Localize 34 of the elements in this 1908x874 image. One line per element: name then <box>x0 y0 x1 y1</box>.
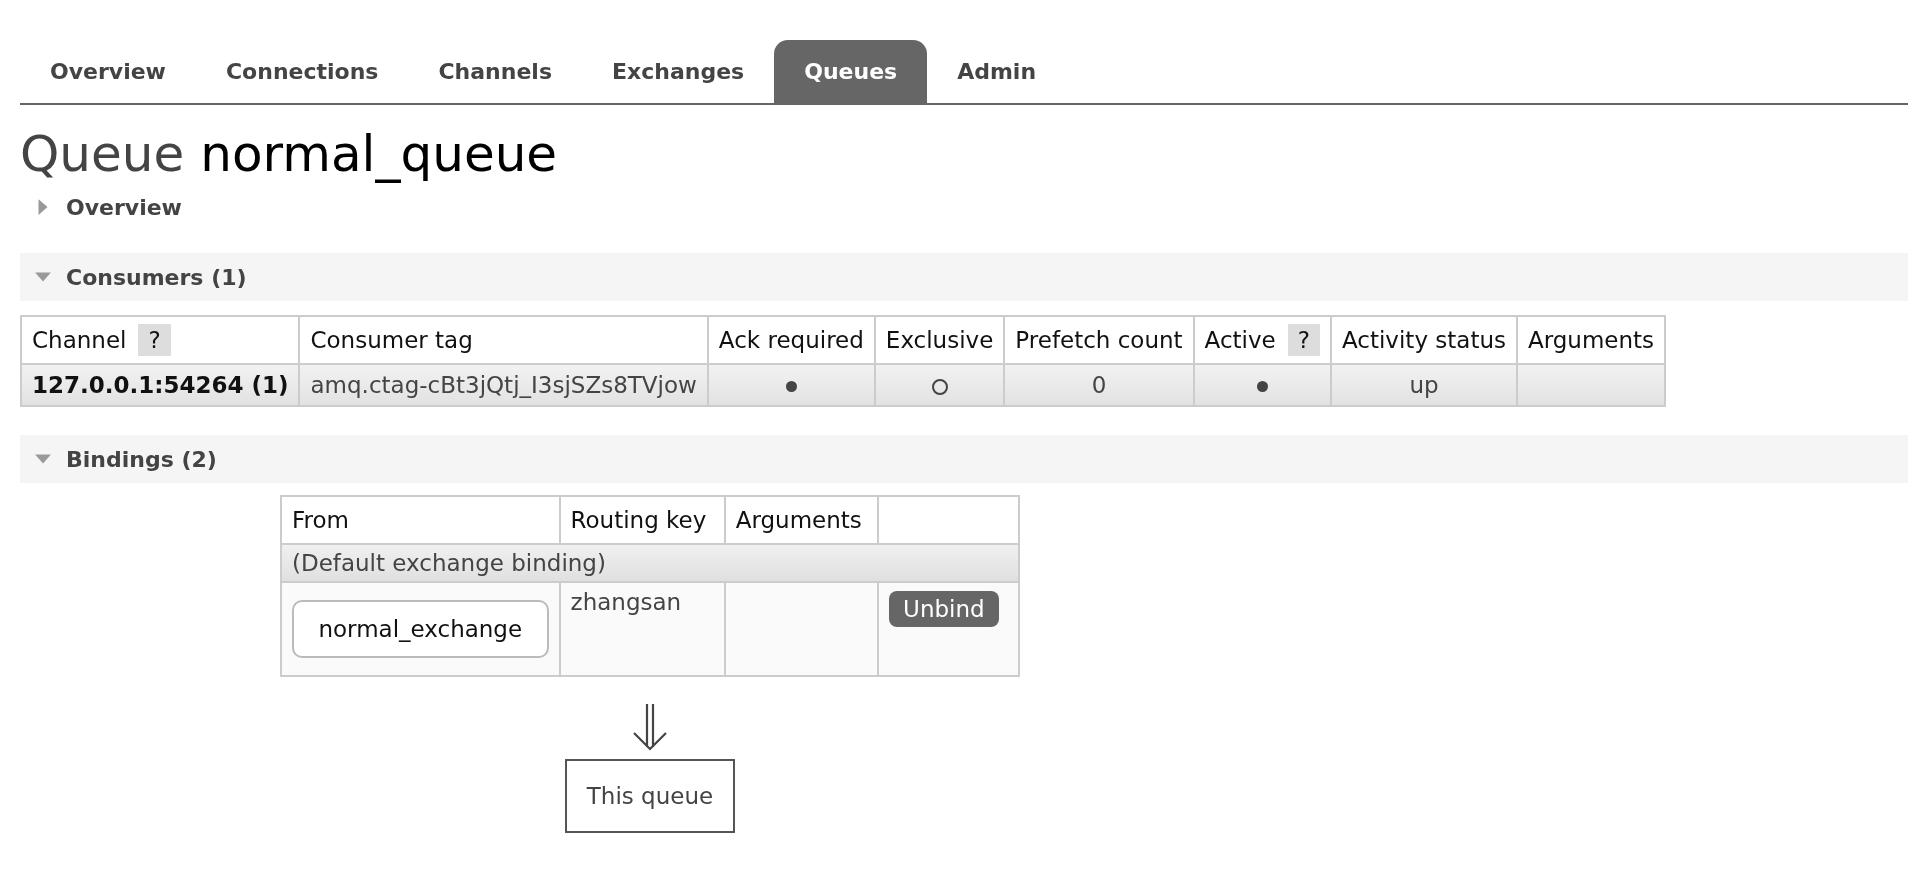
table-cell: (Default exchange binding) <box>281 544 1019 582</box>
table-cell: amq.ctag-cBt3jQtj_I3sjSZs8TVjow <box>299 364 708 406</box>
column-header: Ack required <box>707 316 875 364</box>
column-header: Consumer tag <box>299 316 708 364</box>
column-header: Channel <box>32 327 127 353</box>
section-title[interactable]: Bindings (2) <box>66 446 217 472</box>
column-header: From <box>281 496 560 544</box>
table-cell: up <box>1331 364 1517 406</box>
unbind-button[interactable]: Unbind <box>889 591 999 627</box>
nav-tab[interactable]: Admin <box>927 40 1067 103</box>
nav-tab[interactable]: Connections <box>195 40 409 103</box>
double-arrow-icon <box>630 703 670 751</box>
section-title[interactable]: Consumers (1) <box>66 264 247 290</box>
column-header: Routing key <box>559 496 725 544</box>
help-badge[interactable]: ? <box>1287 324 1320 356</box>
nav-tab[interactable]: Exchanges <box>582 40 775 103</box>
queue-name: normal_queue <box>200 125 558 183</box>
table-cell: zhangsan <box>559 582 725 676</box>
table-cell: 0 <box>1004 364 1194 406</box>
help-badge[interactable]: ? <box>138 324 171 356</box>
column-header: Prefetch count <box>1004 316 1194 364</box>
nav-tab[interactable]: Queues <box>774 40 928 103</box>
channel-cell: 127.0.0.1:54264 (1) <box>21 364 300 406</box>
section-title[interactable]: Overview <box>66 194 182 220</box>
column-header: Arguments <box>724 496 879 544</box>
queue-box: This queue <box>564 759 736 833</box>
nav-tab[interactable]: Channels <box>408 40 582 103</box>
column-header: Arguments <box>1517 316 1666 364</box>
exchange-link[interactable]: normal_exchange <box>292 600 549 658</box>
column-header: Activity status <box>1331 316 1517 364</box>
column-header: Exclusive <box>874 316 1005 364</box>
nav-tab[interactable]: Overview <box>20 40 196 103</box>
column-header: Active <box>1204 327 1276 353</box>
page-title-label: Queue <box>20 125 185 183</box>
